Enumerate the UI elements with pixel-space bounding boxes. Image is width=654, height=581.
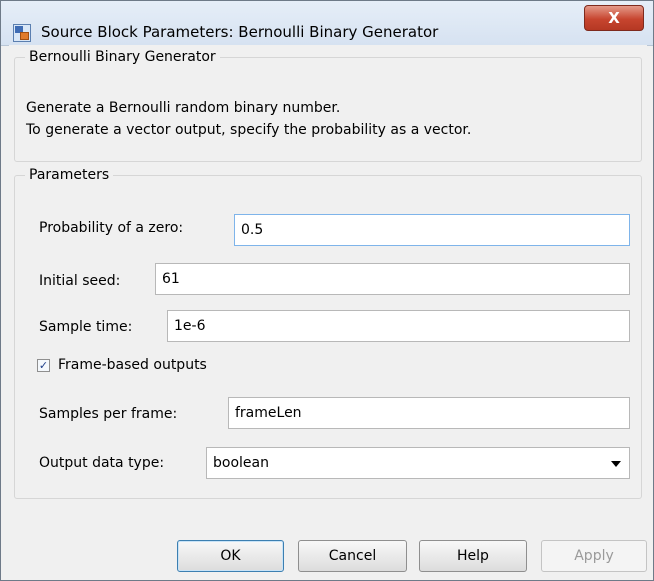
apply-button-label: Apply	[574, 548, 614, 564]
checkmark-icon: ✓	[38, 358, 49, 372]
description-line-1: Generate a Bernoulli random binary numbe…	[26, 100, 341, 116]
close-icon: X	[608, 9, 620, 27]
sample-time-label: Sample time:	[39, 319, 133, 335]
block-name-legend: Bernoulli Binary Generator	[29, 49, 216, 65]
ok-button[interactable]: OK	[177, 540, 284, 572]
help-button-label: Help	[457, 548, 489, 564]
samples-per-frame-label: Samples per frame:	[39, 406, 178, 422]
title-bar: Source Block Parameters: Bernoulli Binar…	[1, 1, 653, 46]
window-title: Source Block Parameters: Bernoulli Binar…	[41, 23, 439, 41]
frame-based-outputs-label: Frame-based outputs	[58, 357, 207, 373]
help-button[interactable]: Help	[419, 540, 527, 572]
description-line-2: To generate a vector output, specify the…	[26, 122, 472, 138]
ok-button-label: OK	[220, 548, 241, 564]
frame-based-outputs-checkbox[interactable]: ✓	[37, 358, 50, 372]
chevron-down-icon	[611, 461, 621, 467]
probability-zero-field[interactable]	[234, 214, 630, 246]
cancel-button-label: Cancel	[328, 548, 377, 564]
output-data-type-value: boolean	[213, 455, 269, 471]
simulink-block-icon	[13, 24, 31, 42]
cancel-button[interactable]: Cancel	[298, 540, 407, 572]
output-data-type-label: Output data type:	[39, 455, 165, 471]
initial-seed-label: Initial seed:	[39, 273, 121, 289]
initial-seed-field[interactable]	[155, 263, 630, 295]
sample-time-field[interactable]	[167, 310, 630, 342]
parameters-legend: Parameters	[29, 167, 110, 183]
close-button[interactable]: X	[584, 5, 644, 31]
probability-zero-label: Probability of a zero:	[39, 220, 184, 236]
frame-based-outputs-row[interactable]: ✓ Frame-based outputs	[37, 357, 207, 373]
samples-per-frame-field[interactable]	[228, 397, 630, 429]
dialog-window: Source Block Parameters: Bernoulli Binar…	[0, 0, 654, 581]
output-data-type-select[interactable]: boolean	[206, 447, 630, 479]
apply-button[interactable]: Apply	[541, 540, 647, 572]
